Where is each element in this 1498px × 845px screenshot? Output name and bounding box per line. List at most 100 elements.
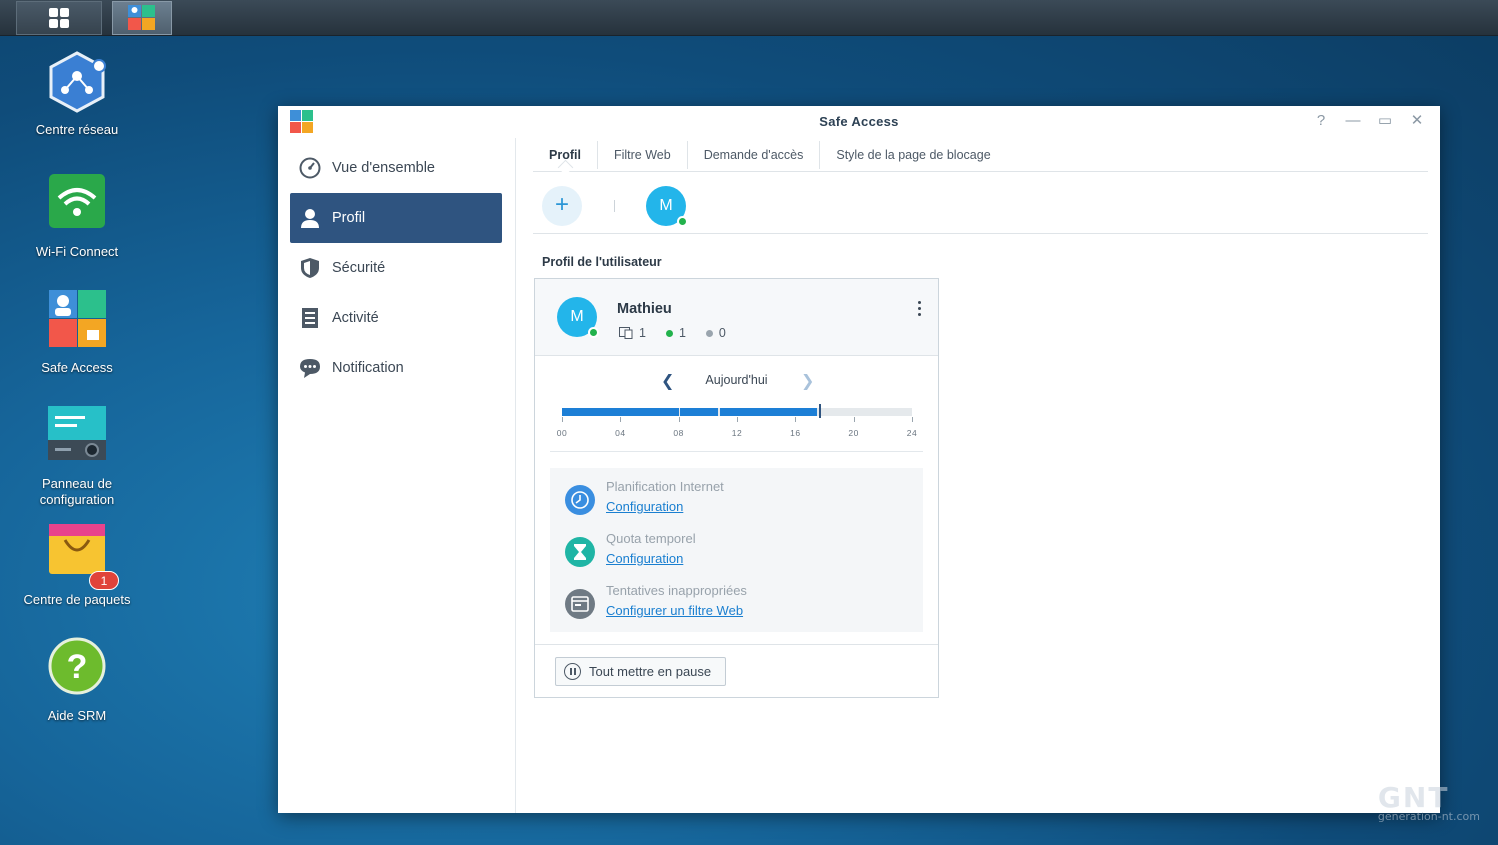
online-status-dot: [588, 327, 599, 338]
timeline-tick-label: 04: [615, 428, 626, 438]
help-icon[interactable]: ?: [1312, 112, 1330, 130]
desktop-icon-label: Aide SRM: [47, 708, 107, 723]
online-count: 1: [678, 326, 686, 340]
desktop-icon-safe-access[interactable]: Safe Access: [22, 288, 132, 376]
profile-stats: 1 1 0: [619, 326, 726, 340]
sidebar-item-notification[interactable]: Notification: [290, 343, 502, 393]
desktop-icon-wifi-connect[interactable]: Wi-Fi Connect: [22, 172, 132, 260]
taskbar-safe-access-button[interactable]: [112, 1, 172, 35]
maximize-icon[interactable]: ▭: [1376, 112, 1394, 130]
hourglass-icon: [565, 537, 595, 567]
tab-demande-d-acces[interactable]: Demande d'accès: [688, 141, 821, 169]
offline-dot-icon: [705, 329, 713, 337]
safe-access-icon: [45, 288, 109, 352]
watermark-sub: generation-nt.com: [1377, 810, 1480, 823]
avatar: M: [557, 297, 599, 338]
minimize-icon[interactable]: —: [1344, 112, 1362, 130]
taskbar: [0, 0, 1498, 36]
safe-access-icon: [128, 5, 155, 30]
features-panel: Planification Internet Configuration Quo…: [550, 468, 923, 632]
devices-count: 1: [639, 326, 646, 340]
desktop-icon-label: Panneau de configuration: [39, 476, 115, 507]
desktop-icon-centre-reseau[interactable]: Centre réseau: [22, 50, 132, 138]
chevron-right-icon[interactable]: ❯: [801, 371, 814, 391]
sidebar-item-label: Notification: [332, 360, 404, 376]
device-icon: [619, 327, 633, 339]
timeline-tick-label: 12: [731, 428, 743, 438]
user-profile-card: M Mathieu 1 1 0 ❮ Aujourd'hui ❯ 00 04 08…: [534, 278, 939, 698]
clock-icon: [565, 485, 595, 515]
timeline-tick-label: 24: [906, 428, 918, 438]
configure-web-filter-link[interactable]: Configurer un filtre Web: [606, 603, 743, 618]
section-title: Profil de l'utilisateur: [542, 255, 662, 269]
offline-count: 0: [718, 326, 726, 340]
pause-all-button[interactable]: Tout mettre en pause: [555, 657, 727, 686]
window-titlebar[interactable]: Safe Access ? — ▭ ✕: [278, 106, 1440, 138]
timeline-tick: [853, 417, 855, 422]
timeline-tick-label: 00: [556, 428, 568, 438]
more-options-icon[interactable]: [918, 301, 922, 316]
desktop-icon-aide-srm[interactable]: ? Aide SRM: [22, 636, 132, 724]
timeline-tick: [562, 417, 563, 422]
tab-profil[interactable]: Profil: [533, 141, 598, 169]
shield-icon: [298, 256, 322, 280]
main-menu-button[interactable]: [16, 1, 102, 35]
wifi-icon: [45, 172, 109, 236]
timeline-tick-label: 08: [673, 428, 684, 438]
pause-all-label: Tout mettre en pause: [589, 664, 712, 679]
sidebar-item-profil[interactable]: Profil: [290, 193, 502, 243]
sidebar-item-securite[interactable]: Sécurité: [290, 243, 502, 293]
feature-title: Tentatives inappropriées: [606, 583, 747, 598]
browser-icon: [565, 589, 595, 619]
watermark-logo: GNT generation-nt.com: [1378, 781, 1480, 823]
tab-style-page-blocage[interactable]: Style de la page de blocage: [820, 141, 1006, 169]
configuration-link[interactable]: Configuration: [606, 551, 683, 566]
add-profile-button[interactable]: +: [542, 186, 582, 226]
usage-timeline: [562, 404, 912, 418]
grid-icon: [49, 8, 69, 28]
timeline-tick: [912, 417, 913, 422]
help-icon: ?: [45, 636, 109, 700]
svg-text:?: ?: [67, 648, 88, 686]
desktop-icon-panneau-de-configuration[interactable]: Panneau de configuration: [22, 404, 132, 508]
sidebar-item-label: Vue d'ensemble: [332, 160, 435, 176]
gauge-icon: [298, 156, 322, 180]
timeline-tick: [795, 417, 797, 422]
configuration-link[interactable]: Configuration: [606, 499, 683, 514]
sidebar: Vue d'ensemble Profil Sécurité Activité …: [278, 138, 516, 813]
sidebar-item-label: Profil: [332, 210, 366, 226]
package-center-icon: 1: [45, 520, 119, 590]
card-header: M Mathieu 1 1 0: [535, 279, 938, 356]
profile-bar: + M: [533, 178, 1428, 234]
desktop-icon-centre-de-paquets[interactable]: 1 Centre de paquets: [22, 520, 132, 608]
main-content: Profil Filtre Web Demande d'accès Style …: [517, 138, 1440, 813]
sidebar-item-label: Sécurité: [332, 260, 386, 276]
avatar-letter: M: [659, 197, 673, 214]
sidebar-item-label: Activité: [332, 310, 379, 326]
day-navigator: ❮ Aujourd'hui ❯: [535, 373, 938, 390]
timeline-tick-label: 16: [790, 428, 801, 438]
sidebar-item-activite[interactable]: Activité: [290, 293, 502, 343]
sidebar-item-vue-d-ensemble[interactable]: Vue d'ensemble: [290, 143, 502, 193]
tab-bar: Profil Filtre Web Demande d'accès Style …: [533, 138, 1428, 172]
desktop-icon-label: Centre réseau: [35, 122, 119, 137]
avatar-letter: M: [570, 308, 584, 325]
current-time-marker: [818, 404, 821, 418]
desktop-icon-label: Wi-Fi Connect: [35, 244, 119, 259]
tab-filtre-web[interactable]: Filtre Web: [598, 141, 688, 169]
notification-badge: 1: [89, 571, 119, 590]
chevron-left-icon[interactable]: ❮: [661, 371, 674, 391]
usage-segment: [562, 408, 679, 416]
online-dot-icon: [665, 329, 673, 337]
chat-icon: [298, 356, 322, 380]
feature-title: Planification Internet: [606, 479, 724, 494]
divider: [550, 451, 923, 452]
usage-segment: [680, 408, 719, 416]
timeline-ticks: 00 04 08 12 16 20 24: [557, 417, 917, 438]
timeline-tick-label: 20: [848, 428, 859, 438]
online-status-dot: [677, 216, 688, 227]
usage-segment: [719, 408, 818, 416]
profile-avatar-button[interactable]: M: [646, 186, 688, 227]
timeline-tick: [620, 417, 622, 422]
close-icon[interactable]: ✕: [1408, 112, 1426, 130]
